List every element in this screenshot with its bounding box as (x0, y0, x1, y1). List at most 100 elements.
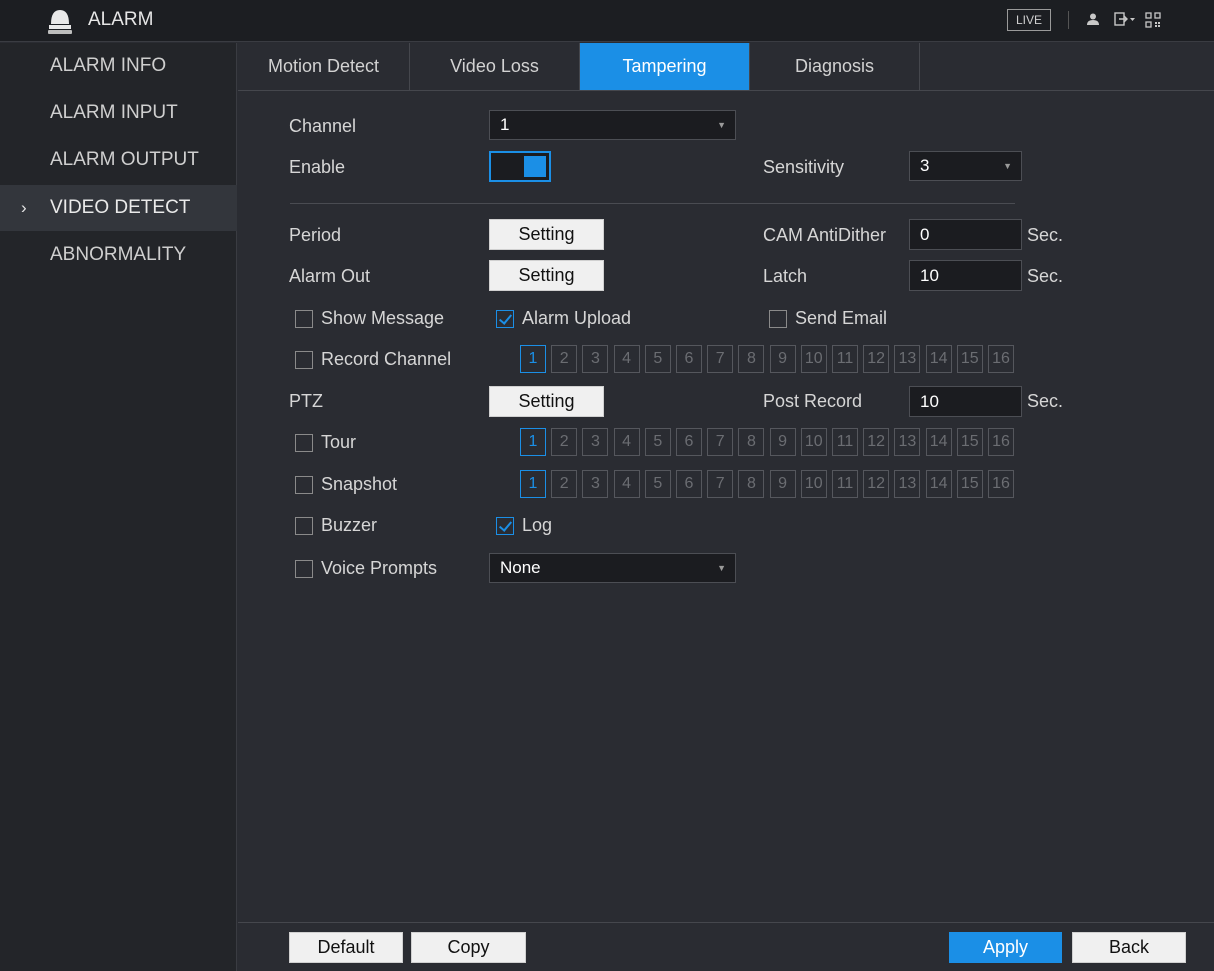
channel-box-10[interactable]: 10 (800, 345, 827, 373)
sidebar-item-label: ALARM INFO (50, 55, 167, 76)
sidebar-item-label: ALARM OUTPUT (50, 149, 199, 170)
voice-prompts-checkbox[interactable] (295, 560, 313, 578)
channel-box-5[interactable]: 5 (644, 470, 671, 498)
tab-diagnosis[interactable]: Diagnosis (750, 43, 920, 90)
user-icon[interactable] (1086, 12, 1100, 26)
apply-button[interactable]: Apply (949, 932, 1062, 963)
snapshot-label: Snapshot (321, 474, 398, 494)
channel-box-16[interactable]: 16 (988, 345, 1014, 373)
sidebar-item-video-detect[interactable]: › VIDEO DETECT (0, 185, 237, 231)
buzzer-label: Buzzer (321, 515, 378, 535)
send-email-checkbox[interactable] (769, 310, 787, 328)
tour-checkbox[interactable] (295, 434, 313, 452)
channel-box-16[interactable]: 16 (988, 428, 1014, 456)
tab-motion-detect[interactable]: Motion Detect (238, 43, 410, 90)
cam-antidither-input[interactable]: 0 (909, 219, 1022, 250)
channel-select[interactable]: 1 ▼ (489, 110, 736, 140)
channel-box-9[interactable]: 9 (769, 470, 796, 498)
section-divider (290, 203, 1015, 204)
channel-box-4[interactable]: 4 (613, 428, 640, 456)
channel-box-13[interactable]: 13 (894, 428, 921, 456)
post-record-unit: Sec. (1027, 391, 1064, 411)
log-checkbox[interactable] (496, 517, 514, 535)
show-message-checkbox[interactable] (295, 310, 313, 328)
channel-box-11[interactable]: 11 (832, 428, 858, 456)
channel-box-8[interactable]: 8 (738, 470, 765, 498)
default-button[interactable]: Default (289, 932, 403, 963)
channel-box-7[interactable]: 7 (707, 345, 734, 373)
channel-box-8[interactable]: 8 (738, 428, 765, 456)
channel-box-1[interactable]: 1 (520, 470, 546, 498)
logout-icon[interactable] (1114, 12, 1136, 26)
sidebar-item-alarm-info[interactable]: ALARM INFO (0, 43, 237, 89)
sidebar-item-abnormality[interactable]: ABNORMALITY (0, 232, 237, 278)
record-channel-checkbox[interactable] (295, 351, 313, 369)
channel-box-11[interactable]: 11 (832, 470, 858, 498)
channel-box-3[interactable]: 3 (582, 345, 609, 373)
channel-box-7[interactable]: 7 (707, 470, 734, 498)
live-button[interactable]: LIVE (1007, 9, 1051, 31)
tab-video-loss[interactable]: Video Loss (410, 43, 580, 90)
channel-box-13[interactable]: 13 (894, 470, 921, 498)
channel-box-16[interactable]: 16 (988, 470, 1014, 498)
channel-box-10[interactable]: 10 (800, 428, 827, 456)
channel-box-12[interactable]: 12 (863, 428, 890, 456)
tab-tampering[interactable]: Tampering (580, 43, 750, 90)
channel-box-12[interactable]: 12 (863, 470, 890, 498)
qr-code-icon[interactable] (1145, 12, 1161, 28)
channel-box-15[interactable]: 15 (956, 345, 983, 373)
tab-bar: Motion Detect Video Loss Tampering Diagn… (238, 43, 1214, 91)
voice-prompts-select[interactable]: None ▼ (489, 553, 736, 583)
channel-box-6[interactable]: 6 (676, 428, 702, 456)
channel-box-8[interactable]: 8 (738, 345, 765, 373)
channel-box-3[interactable]: 3 (582, 428, 609, 456)
sidebar-item-label: VIDEO DETECT (50, 197, 191, 218)
channel-box-9[interactable]: 9 (769, 428, 796, 456)
top-separator (1068, 11, 1069, 29)
channel-box-6[interactable]: 6 (676, 345, 702, 373)
channel-box-10[interactable]: 10 (800, 470, 827, 498)
channel-box-9[interactable]: 9 (769, 345, 796, 373)
channel-label: Channel (289, 116, 357, 136)
back-button[interactable]: Back (1072, 932, 1186, 963)
post-record-input[interactable]: 10 (909, 386, 1022, 417)
channel-box-13[interactable]: 13 (894, 345, 921, 373)
channel-box-11[interactable]: 11 (832, 345, 858, 373)
channel-box-1[interactable]: 1 (520, 428, 546, 456)
buzzer-checkbox[interactable] (295, 517, 313, 535)
ptz-setting-button[interactable]: Setting (489, 386, 604, 417)
channel-box-1[interactable]: 1 (520, 345, 546, 373)
sensitivity-value: 3 (920, 156, 930, 175)
tour-label: Tour (321, 432, 357, 452)
record-channel-label: Record Channel (321, 349, 452, 369)
sidebar-item-alarm-input[interactable]: ALARM INPUT (0, 90, 237, 136)
channel-box-15[interactable]: 15 (956, 470, 983, 498)
channel-box-7[interactable]: 7 (707, 428, 734, 456)
dropdown-arrow-icon: ▼ (717, 563, 726, 573)
channel-box-12[interactable]: 12 (863, 345, 890, 373)
enable-toggle[interactable] (489, 151, 551, 182)
channel-box-3[interactable]: 3 (582, 470, 609, 498)
channel-box-4[interactable]: 4 (613, 470, 640, 498)
channel-box-4[interactable]: 4 (613, 345, 640, 373)
channel-box-5[interactable]: 5 (644, 345, 671, 373)
alarm-upload-checkbox[interactable] (496, 310, 514, 328)
latch-input[interactable]: 10 (909, 260, 1022, 291)
channel-box-14[interactable]: 14 (925, 470, 952, 498)
dropdown-arrow-icon: ▼ (1003, 161, 1012, 171)
channel-box-2[interactable]: 2 (551, 345, 578, 373)
sensitivity-select[interactable]: 3 ▼ (909, 151, 1022, 181)
period-setting-button[interactable]: Setting (489, 219, 604, 250)
channel-box-14[interactable]: 14 (925, 345, 952, 373)
channel-box-15[interactable]: 15 (956, 428, 983, 456)
channel-box-2[interactable]: 2 (551, 428, 578, 456)
copy-button[interactable]: Copy (411, 932, 526, 963)
sidebar-item-alarm-output[interactable]: ALARM OUTPUT (0, 137, 237, 183)
channel-box-2[interactable]: 2 (551, 470, 578, 498)
snapshot-checkbox[interactable] (295, 476, 313, 494)
channel-box-5[interactable]: 5 (644, 428, 671, 456)
alarm-out-setting-button[interactable]: Setting (489, 260, 604, 291)
channel-box-14[interactable]: 14 (925, 428, 952, 456)
channel-box-6[interactable]: 6 (676, 470, 702, 498)
channel-value: 1 (500, 115, 510, 134)
